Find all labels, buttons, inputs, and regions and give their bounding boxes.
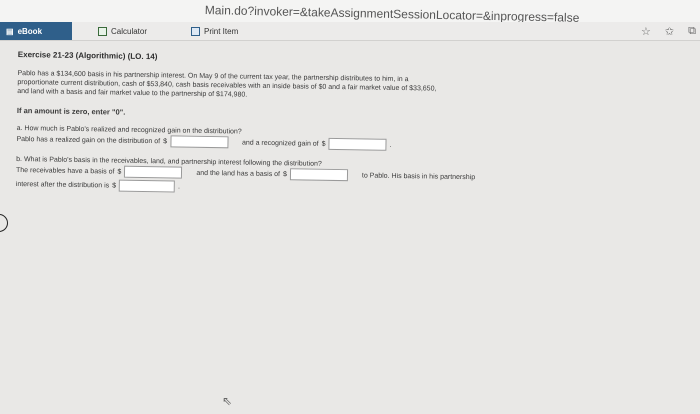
browser-address-bar[interactable]: Main.do?invoker=&takeAssignmentSessionLo…	[0, 0, 700, 25]
print-item-button[interactable]: Print Item	[185, 23, 244, 39]
part-b-text-3: to Pablo. His basis in his partnership	[361, 171, 476, 181]
receivables-basis-input[interactable]	[124, 165, 183, 179]
favorites-icon[interactable]: ✩	[665, 25, 674, 38]
calculator-icon	[98, 26, 107, 36]
part-a-text-1: Pablo has a realized gain on the distrib…	[16, 135, 161, 145]
browser-actions: ☆ ✩ ⧉	[641, 22, 696, 40]
part-b-text-2: and the land has a basis of	[196, 169, 281, 178]
recognized-gain-input[interactable]	[328, 137, 387, 151]
exercise-paragraph: Pablo has a $134,600 basis in his partne…	[17, 69, 677, 106]
currency-symbol: $	[321, 140, 326, 148]
currency-symbol: $	[163, 137, 168, 145]
mouse-cursor-icon: ⇖	[222, 394, 233, 408]
exercise-title: Exercise 21-23 (Algorithmic) (LO. 14)	[17, 49, 158, 62]
currency-symbol: $	[282, 170, 287, 178]
exercise-content: Exercise 21-23 (Algorithmic) (LO. 14) Pa…	[16, 44, 678, 201]
print-icon	[191, 26, 200, 36]
calculator-label: Calculator	[111, 26, 148, 36]
part-b-end: .	[178, 183, 181, 191]
part-b-text-1: The receivables have a basis of	[15, 166, 115, 176]
part-b-text-4: interest after the distribution is	[15, 180, 110, 189]
realized-gain-input[interactable]	[169, 135, 229, 149]
partnership-interest-basis-input[interactable]	[118, 179, 176, 193]
land-basis-input[interactable]	[289, 168, 349, 182]
ebook-button[interactable]: ▤ eBook	[0, 22, 72, 40]
currency-symbol: $	[117, 168, 122, 176]
circle-icon	[0, 214, 8, 232]
currency-symbol: $	[112, 181, 117, 190]
toolbar: ▤ eBook Calculator Print Item ☆ ✩ ⧉	[0, 22, 700, 41]
zero-note: If an amount is zero, enter "0".	[16, 105, 126, 117]
star-icon[interactable]: ☆	[641, 25, 651, 38]
part-a-end: .	[389, 141, 392, 149]
calculator-button[interactable]: Calculator	[92, 23, 153, 39]
part-a-text-2: and a recognized gain of	[241, 139, 319, 148]
share-icon[interactable]: ⧉	[688, 25, 696, 38]
ebook-label: eBook	[17, 26, 43, 36]
print-label: Print Item	[204, 26, 239, 36]
ebook-icon: ▤	[6, 26, 14, 36]
